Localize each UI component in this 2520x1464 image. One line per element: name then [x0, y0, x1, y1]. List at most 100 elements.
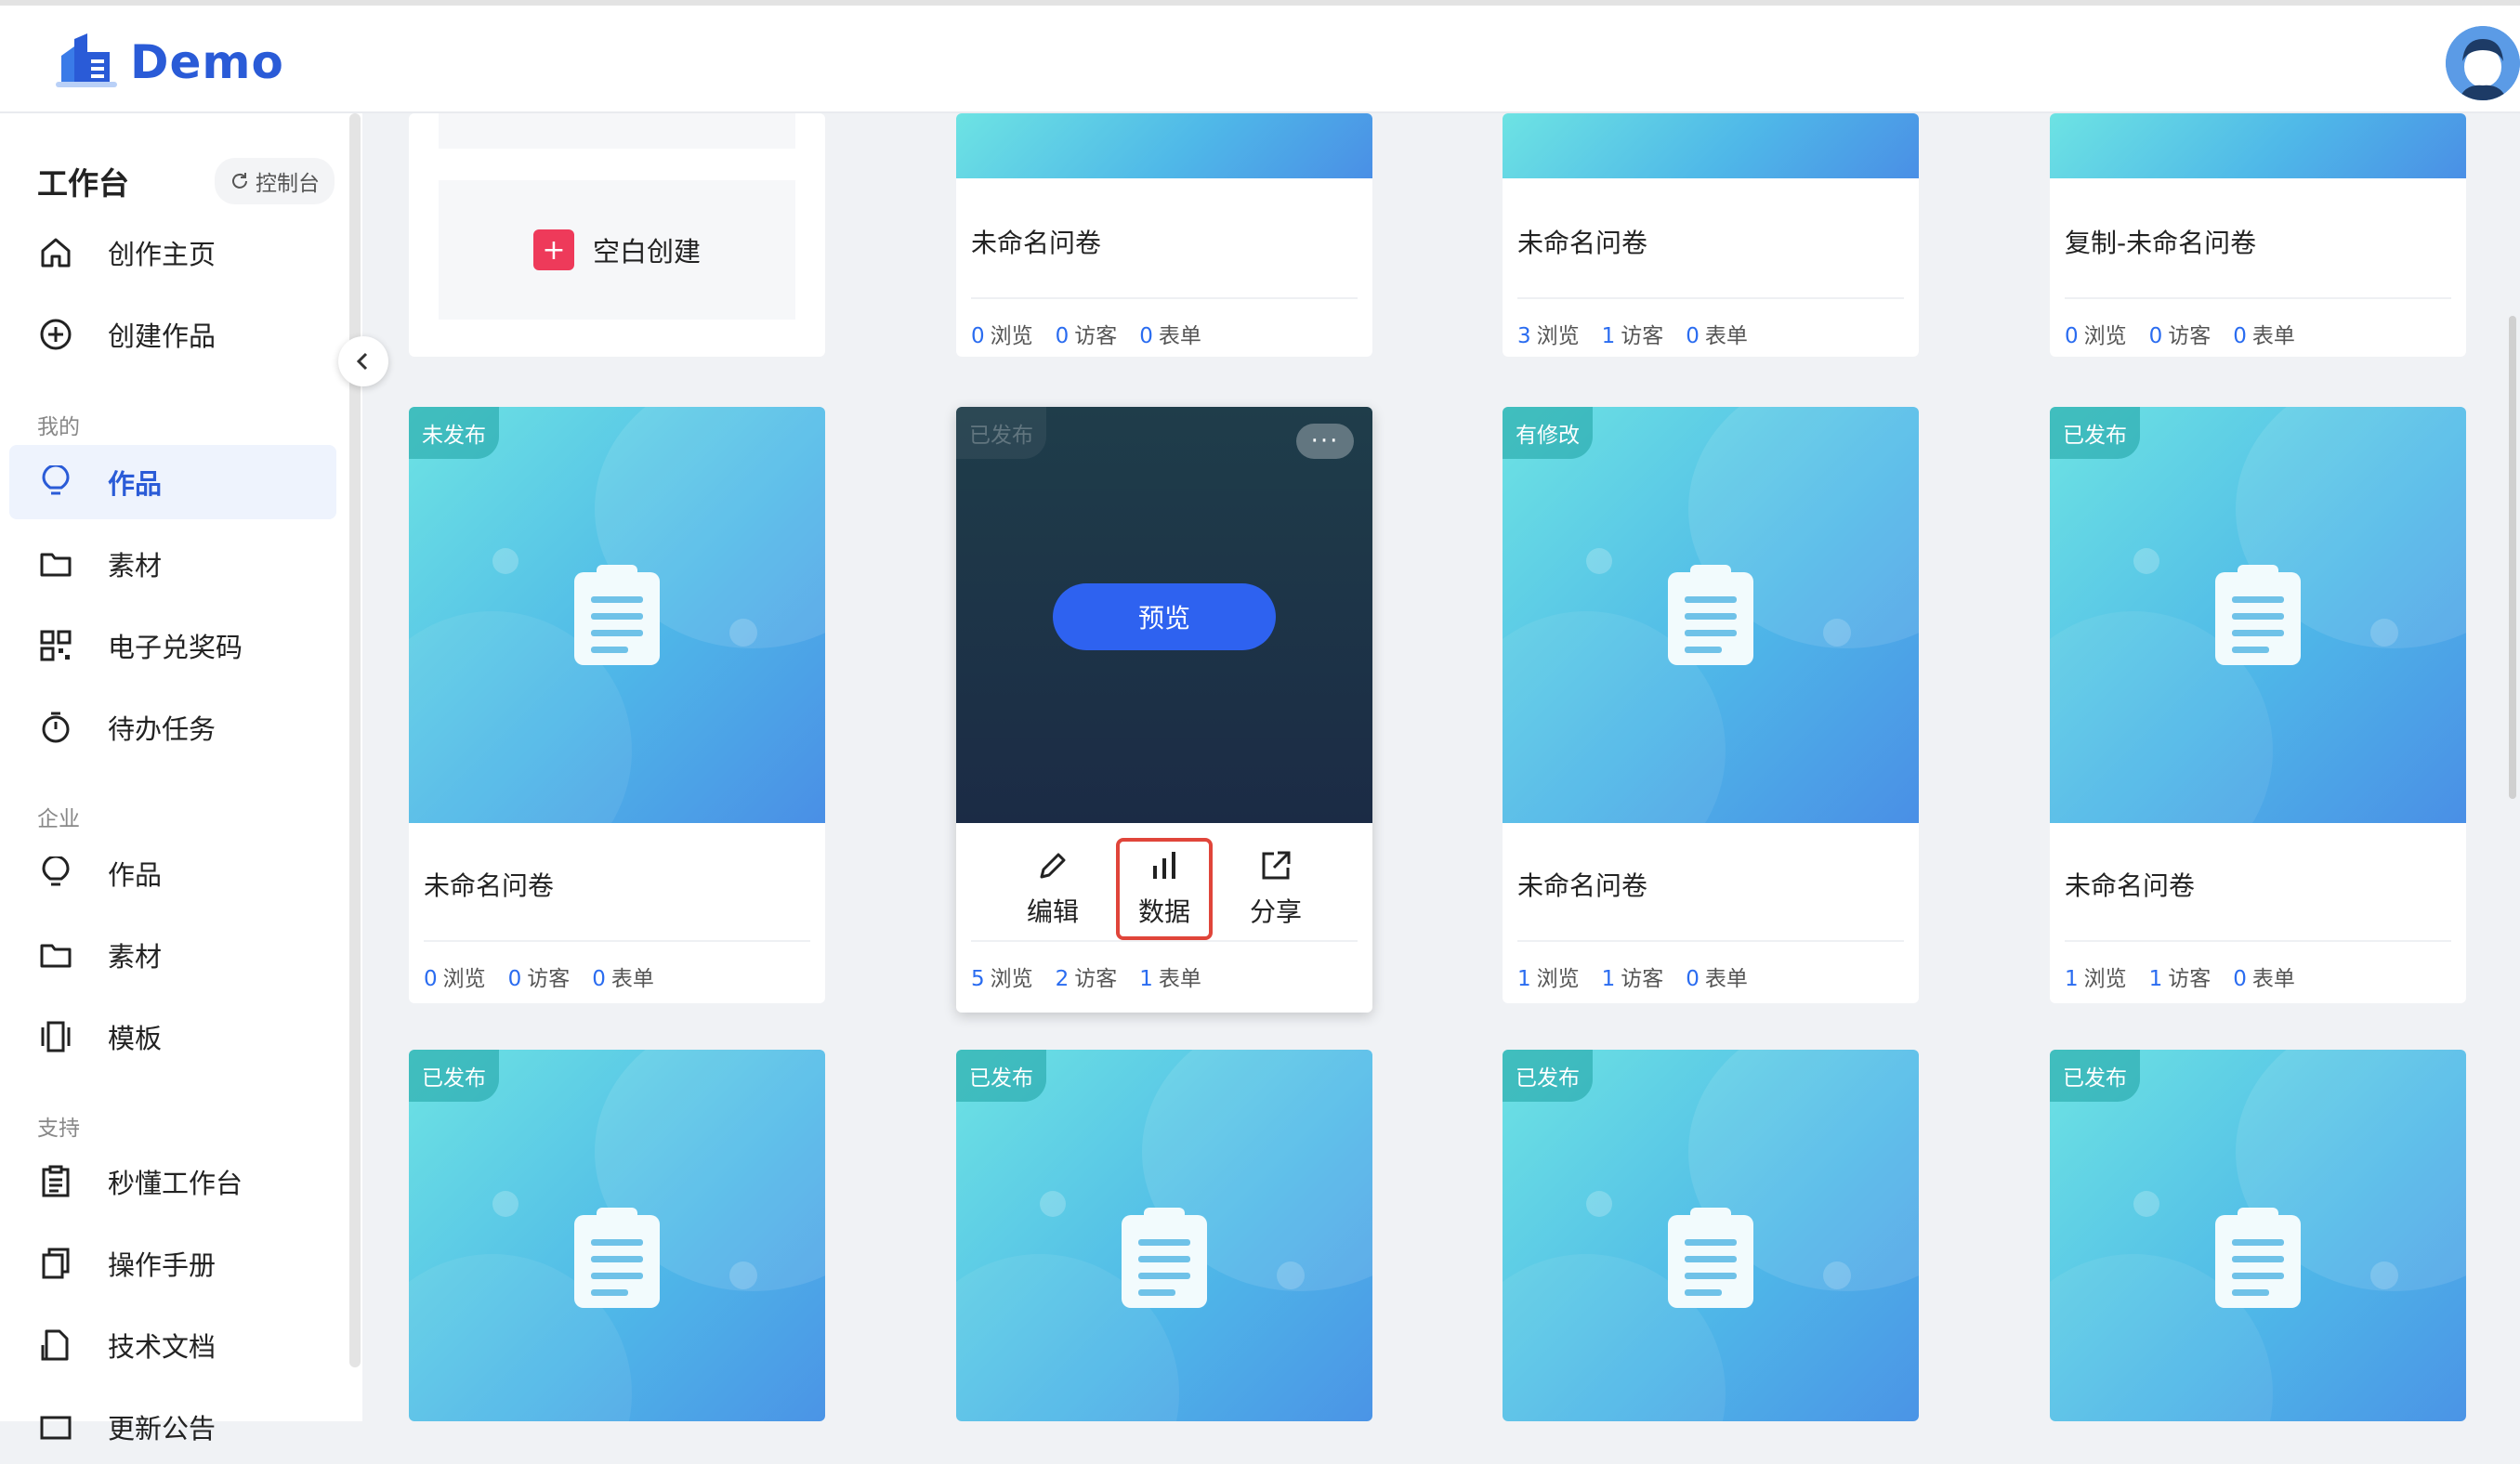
work-card-hovered[interactable]: 已发布 ··· 预览 编辑 数据 分享 5 浏览 2 访客 1 表单	[956, 407, 1372, 1013]
logo-text: Demo	[130, 35, 284, 89]
edit-button[interactable]: 编辑	[1004, 838, 1101, 940]
sidebar-item-create[interactable]: 创建作品	[9, 297, 336, 372]
share-button[interactable]: 分享	[1227, 838, 1324, 940]
sidebar-item-redeem-codes[interactable]: 电子兑奖码	[9, 608, 336, 683]
work-card[interactable]: 已发布	[956, 1050, 1372, 1421]
console-button[interactable]: 控制台	[215, 158, 335, 204]
views-label: 浏览	[2083, 967, 2127, 991]
sidebar-item-announcements[interactable]: 更新公告	[9, 1390, 336, 1464]
sidebar-item-enterprise-works[interactable]: 作品	[9, 836, 336, 910]
sidebar-item-label: 待办任务	[108, 713, 217, 745]
visitors-count: 0	[2148, 324, 2163, 348]
blank-create-button[interactable]: + 空白创建	[439, 180, 795, 320]
edit-icon	[1040, 853, 1066, 879]
share-label: 分享	[1249, 896, 1302, 927]
sidebar-item-tasks[interactable]: 待办任务	[9, 690, 336, 765]
forms-label: 表单	[1158, 967, 1201, 991]
collapse-sidebar-button[interactable]	[338, 336, 388, 386]
divider	[971, 940, 1358, 942]
status-badge: 已发布	[1503, 1050, 1593, 1102]
sidebar-item-manual[interactable]: 操作手册	[9, 1226, 336, 1301]
work-card[interactable]: 未发布 未命名问卷 0 浏览 0 访客 0 表单	[409, 407, 825, 1003]
work-card[interactable]: 复制-未命名问卷 0 浏览 0 访客 0 表单	[2050, 113, 2466, 357]
avatar-icon	[2446, 26, 2520, 100]
card-stats: 1 浏览 1 访客 0 表单	[2065, 961, 2295, 992]
blank-create-label: 空白创建	[592, 236, 701, 268]
visitors-count: 1	[2148, 967, 2163, 991]
sidebar-item-enterprise-materials[interactable]: 素材	[9, 918, 336, 992]
blank-create-card: + 空白创建	[409, 113, 825, 357]
sidebar-item-materials[interactable]: 素材	[9, 527, 336, 601]
sidebar-item-quick-guide[interactable]: 秒懂工作台	[9, 1144, 336, 1219]
forms-count: 0	[1686, 967, 1700, 991]
sidebar-item-templates[interactable]: 模板	[9, 1000, 336, 1074]
home-icon	[41, 238, 71, 268]
visitors-label: 访客	[1074, 324, 1118, 348]
status-badge: 已发布	[2050, 1050, 2140, 1102]
work-card[interactable]: 未命名问卷 3 浏览 1 访客 0 表单	[1503, 113, 1919, 357]
work-card[interactable]: 有修改 未命名问卷 1 浏览 1 访客 0 表单	[1503, 407, 1919, 1003]
work-card[interactable]: 已发布 未命名问卷 1 浏览 1 访客 0 表单	[2050, 407, 2466, 1003]
divider	[424, 940, 810, 942]
card-title: 未命名问卷	[424, 870, 555, 901]
bar-chart-icon	[1153, 852, 1175, 879]
status-badge: 未发布	[409, 407, 499, 459]
card-thumbnail	[2050, 113, 2466, 178]
section-mine: 我的	[37, 415, 80, 439]
qrcode-icon	[40, 630, 72, 661]
main-scrollbar[interactable]	[2509, 316, 2516, 799]
data-button[interactable]: 数据	[1116, 838, 1213, 940]
divider	[971, 297, 1358, 299]
sidebar-item-home[interactable]: 创作主页	[9, 216, 336, 290]
template-icon	[41, 1021, 71, 1052]
folder-icon	[40, 553, 72, 577]
preview-button[interactable]: 预览	[1053, 583, 1276, 650]
views-count: 0	[971, 324, 985, 348]
sidebar-item-works[interactable]: 作品	[9, 445, 336, 519]
work-card[interactable]: 已发布	[2050, 1050, 2466, 1421]
forms-count: 1	[1139, 967, 1153, 991]
card-top-strip	[439, 113, 795, 149]
user-avatar[interactable]	[2446, 26, 2520, 100]
share-icon	[1262, 851, 1291, 880]
views-count: 5	[971, 967, 985, 991]
views-count: 3	[1517, 324, 1531, 348]
console-button-label: 控制台	[256, 172, 320, 196]
lightbulb-icon	[42, 856, 70, 886]
visitors-label: 访客	[2168, 324, 2212, 348]
visitors-count: 1	[1601, 324, 1616, 348]
logo[interactable]: Demo	[56, 33, 284, 91]
workspace-title: 工作台	[37, 165, 129, 202]
workspace-header: 工作台 控制台	[37, 158, 335, 204]
card-thumbnail	[956, 113, 1372, 178]
sidebar-item-label: 创建作品	[108, 320, 217, 352]
forms-label: 表单	[2251, 967, 2295, 991]
section-enterprise: 企业	[37, 807, 80, 831]
status-badge: 已发布	[956, 1050, 1046, 1102]
card-title: 复制-未命名问卷	[2065, 228, 2257, 258]
sidebar-item-label: 更新公告	[108, 1413, 217, 1444]
more-options-button[interactable]: ···	[1296, 424, 1354, 459]
sidebar-item-tech-docs[interactable]: 技术文档	[9, 1308, 336, 1382]
work-card[interactable]: 已发布	[1503, 1050, 1919, 1421]
announcement-icon	[40, 1416, 72, 1440]
sidebar-scrollbar[interactable]	[349, 113, 361, 1367]
edit-label: 编辑	[1026, 896, 1079, 927]
card-thumbnail: 已发布	[956, 1050, 1372, 1421]
views-count: 0	[424, 967, 438, 991]
divider	[2065, 940, 2451, 942]
card-title: 未命名问卷	[1517, 228, 1648, 258]
visitors-count: 2	[1055, 967, 1070, 991]
section-support: 支持	[37, 1117, 80, 1141]
views-count: 0	[2065, 324, 2079, 348]
visitors-label: 访客	[1621, 967, 1664, 991]
sidebar: 工作台 控制台 创作主页 创建作品 我的 作品 素材 电子兑奖码 待办任务 企业…	[0, 113, 362, 1444]
lightbulb-icon	[42, 465, 70, 495]
work-card[interactable]: 未命名问卷 0 浏览 0 访客 0 表单	[956, 113, 1372, 357]
views-count: 1	[2065, 967, 2079, 991]
sidebar-item-label: 秒懂工作台	[108, 1168, 243, 1199]
plus-icon: +	[532, 229, 574, 270]
visitors-label: 访客	[527, 967, 571, 991]
work-card[interactable]: 已发布	[409, 1050, 825, 1421]
card-stats: 1 浏览 1 访客 0 表单	[1517, 961, 1748, 992]
